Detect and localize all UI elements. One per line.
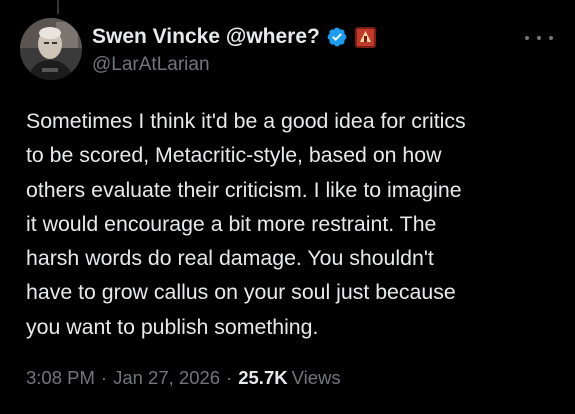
tweet: Swen Vincke @where? @LarAtLarian Sometim… — [0, 0, 575, 414]
author-name-row: Swen Vincke @where? — [92, 23, 376, 51]
author-handle[interactable]: @LarAtLarian — [92, 54, 210, 76]
author-display-name[interactable]: Swen Vincke @where? — [92, 25, 320, 49]
dot — [537, 36, 541, 40]
tweet-text: Sometimes I think it'd be a good idea fo… — [26, 109, 466, 339]
separator: · — [226, 367, 233, 388]
affiliate-badge-icon[interactable] — [354, 26, 376, 48]
thread-connector-line — [57, 0, 59, 14]
avatar[interactable] — [20, 18, 82, 80]
verified-badge-icon — [326, 26, 348, 48]
tweet-metadata: 3:08 PM · Jan 27, 2026 · 25.7K Views — [26, 367, 341, 389]
separator: · — [100, 367, 108, 388]
tweet-time[interactable]: 3:08 PM — [26, 367, 95, 389]
tweet-date[interactable]: Jan 27, 2026 — [113, 367, 220, 389]
views-label: Views — [291, 367, 341, 388]
dot — [525, 36, 529, 40]
more-options-icon[interactable] — [525, 28, 553, 48]
dot — [549, 36, 553, 40]
views-count[interactable]: 25.7K — [238, 367, 287, 389]
